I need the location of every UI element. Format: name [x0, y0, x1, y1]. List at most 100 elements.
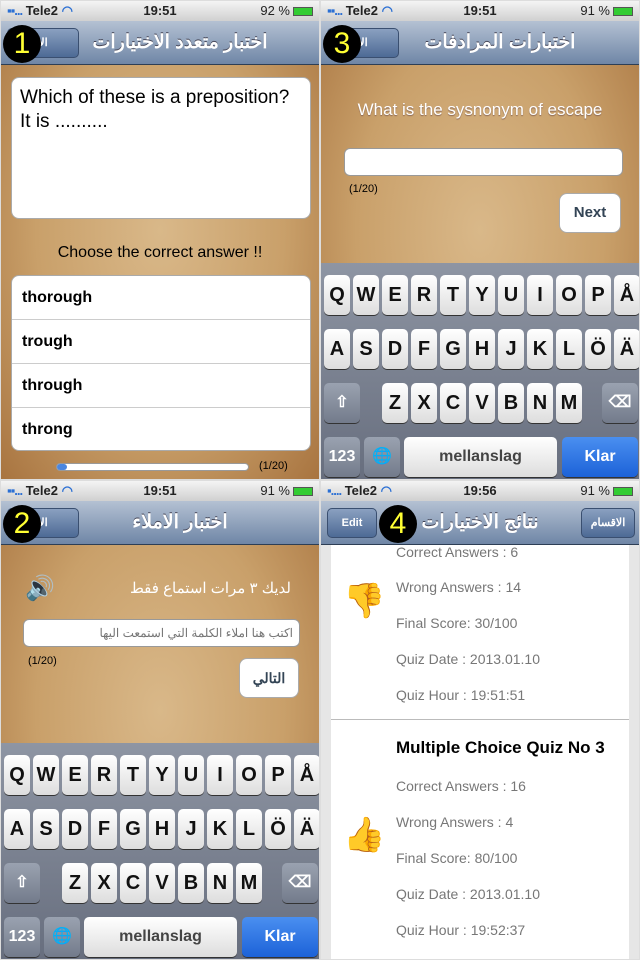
key-a[interactable]: A: [4, 809, 30, 849]
key-h[interactable]: H: [469, 329, 495, 369]
key-s[interactable]: S: [33, 809, 59, 849]
key-k[interactable]: K: [527, 329, 553, 369]
key-ä[interactable]: Ä: [294, 809, 319, 849]
return-key[interactable]: Klar: [242, 917, 318, 957]
key-l[interactable]: L: [556, 329, 582, 369]
key-p[interactable]: P: [585, 275, 611, 315]
list-margin: [321, 545, 331, 959]
key-v[interactable]: V: [149, 863, 175, 903]
globe-key-icon[interactable]: 🌐: [44, 917, 80, 957]
page-title: اختبارات المرادفات: [424, 32, 576, 53]
key-w[interactable]: W: [33, 755, 59, 795]
key-i[interactable]: I: [207, 755, 233, 795]
return-key[interactable]: Klar: [562, 437, 638, 477]
key-a[interactable]: A: [324, 329, 350, 369]
key-e[interactable]: E: [382, 275, 408, 315]
key-å[interactable]: Å: [614, 275, 639, 315]
answer-input[interactable]: [344, 148, 623, 176]
thumbs-up-icon: 👍: [343, 816, 386, 854]
numbers-key[interactable]: 123: [4, 917, 40, 957]
key-e[interactable]: E: [62, 755, 88, 795]
key-g[interactable]: G: [120, 809, 146, 849]
key-b[interactable]: B: [498, 383, 524, 423]
key-o[interactable]: O: [236, 755, 262, 795]
instruction: Choose the correct answer !!: [57, 244, 263, 261]
answer-option[interactable]: through: [12, 364, 310, 408]
final-score: Final Score: 30/100: [396, 615, 518, 631]
answer-option[interactable]: trough: [12, 320, 310, 364]
progress-bar: [56, 463, 249, 471]
numbers-key[interactable]: 123: [324, 437, 360, 477]
key-c[interactable]: C: [440, 383, 466, 423]
answer-option[interactable]: thorough: [12, 276, 310, 320]
key-h[interactable]: H: [149, 809, 175, 849]
shift-key-icon[interactable]: ⇧: [324, 383, 360, 423]
key-u[interactable]: U: [498, 275, 524, 315]
key-q[interactable]: Q: [324, 275, 350, 315]
key-s[interactable]: S: [353, 329, 379, 369]
status-bar: ▪▪... Tele2 ◠ 19:51 91 %: [1, 481, 319, 501]
key-f[interactable]: F: [411, 329, 437, 369]
key-z[interactable]: Z: [382, 383, 408, 423]
battery-icon: [293, 487, 313, 496]
key-x[interactable]: X: [411, 383, 437, 423]
key-j[interactable]: J: [498, 329, 524, 369]
key-y[interactable]: Y: [149, 755, 175, 795]
key-d[interactable]: D: [62, 809, 88, 849]
multiple-choice-screen: ▪▪... Tele2 ◠ 19:51 92 % 1 الا اختبار متعد…: [0, 0, 320, 480]
keyboard: Q W E R T Y U I O P Å A S D F G H J K L Ö Ä ⇧ Z X C V B N M ⌫ 123 🌐 mella…: [321, 263, 639, 479]
next-button[interactable]: Next: [559, 193, 621, 233]
key-l[interactable]: L: [236, 809, 262, 849]
key-j[interactable]: J: [178, 809, 204, 849]
key-o[interactable]: O: [556, 275, 582, 315]
key-q[interactable]: Q: [4, 755, 30, 795]
key-å[interactable]: Å: [294, 755, 319, 795]
key-m[interactable]: M: [236, 863, 262, 903]
key-ö[interactable]: Ö: [265, 809, 291, 849]
key-g[interactable]: G: [440, 329, 466, 369]
backspace-key-icon[interactable]: ⌫: [282, 863, 318, 903]
key-f[interactable]: F: [91, 809, 117, 849]
key-ä[interactable]: Ä: [614, 329, 639, 369]
space-key[interactable]: mellanslag: [84, 917, 237, 957]
battery-percent: 91 %: [580, 3, 610, 18]
backspace-key-icon[interactable]: ⌫: [602, 383, 638, 423]
key-t[interactable]: T: [440, 275, 466, 315]
key-c[interactable]: C: [120, 863, 146, 903]
key-z[interactable]: Z: [62, 863, 88, 903]
key-n[interactable]: N: [527, 383, 553, 423]
key-d[interactable]: D: [382, 329, 408, 369]
key-i[interactable]: I: [527, 275, 553, 315]
key-r[interactable]: R: [411, 275, 437, 315]
battery-percent: 92 %: [260, 3, 290, 18]
key-y[interactable]: Y: [469, 275, 495, 315]
key-k[interactable]: K: [207, 809, 233, 849]
spelling-input[interactable]: [23, 619, 300, 647]
key-ö[interactable]: Ö: [585, 329, 611, 369]
answer-option[interactable]: throng: [12, 408, 310, 450]
key-x[interactable]: X: [91, 863, 117, 903]
key-w[interactable]: W: [353, 275, 379, 315]
key-t[interactable]: T: [120, 755, 146, 795]
speaker-icon[interactable]: 🔊: [25, 574, 55, 603]
keyboard: Q W E R T Y U I O P Å A S D F G H J K L Ö Ä ⇧ Z X C V B N M ⌫ 123 🌐 mella…: [1, 743, 319, 959]
key-r[interactable]: R: [91, 755, 117, 795]
space-key[interactable]: mellanslag: [404, 437, 557, 477]
question-counter: (1/20): [349, 183, 378, 195]
nav-bar: Edit 4 نتائج الاختيارات الاقسام: [321, 501, 639, 545]
key-p[interactable]: P: [265, 755, 291, 795]
shift-key-icon[interactable]: ⇧: [4, 863, 40, 903]
quiz-date: Quiz Date : 2013.01.10: [396, 886, 540, 902]
next-button[interactable]: التالي: [239, 658, 299, 698]
key-b[interactable]: B: [178, 863, 204, 903]
nav-bar: 2 الا اختبار الاملاء: [1, 501, 319, 545]
wrong-answers: Wrong Answers : 4: [396, 814, 514, 830]
key-u[interactable]: U: [178, 755, 204, 795]
results-screen: ▪.... Tele2 ◠ 19:56 91 % Edit 4 نتائج الاخ…: [320, 480, 640, 960]
key-m[interactable]: M: [556, 383, 582, 423]
sections-button[interactable]: الاقسام: [581, 508, 635, 538]
key-n[interactable]: N: [207, 863, 233, 903]
globe-key-icon[interactable]: 🌐: [364, 437, 400, 477]
key-v[interactable]: V: [469, 383, 495, 423]
divider: [331, 719, 629, 720]
